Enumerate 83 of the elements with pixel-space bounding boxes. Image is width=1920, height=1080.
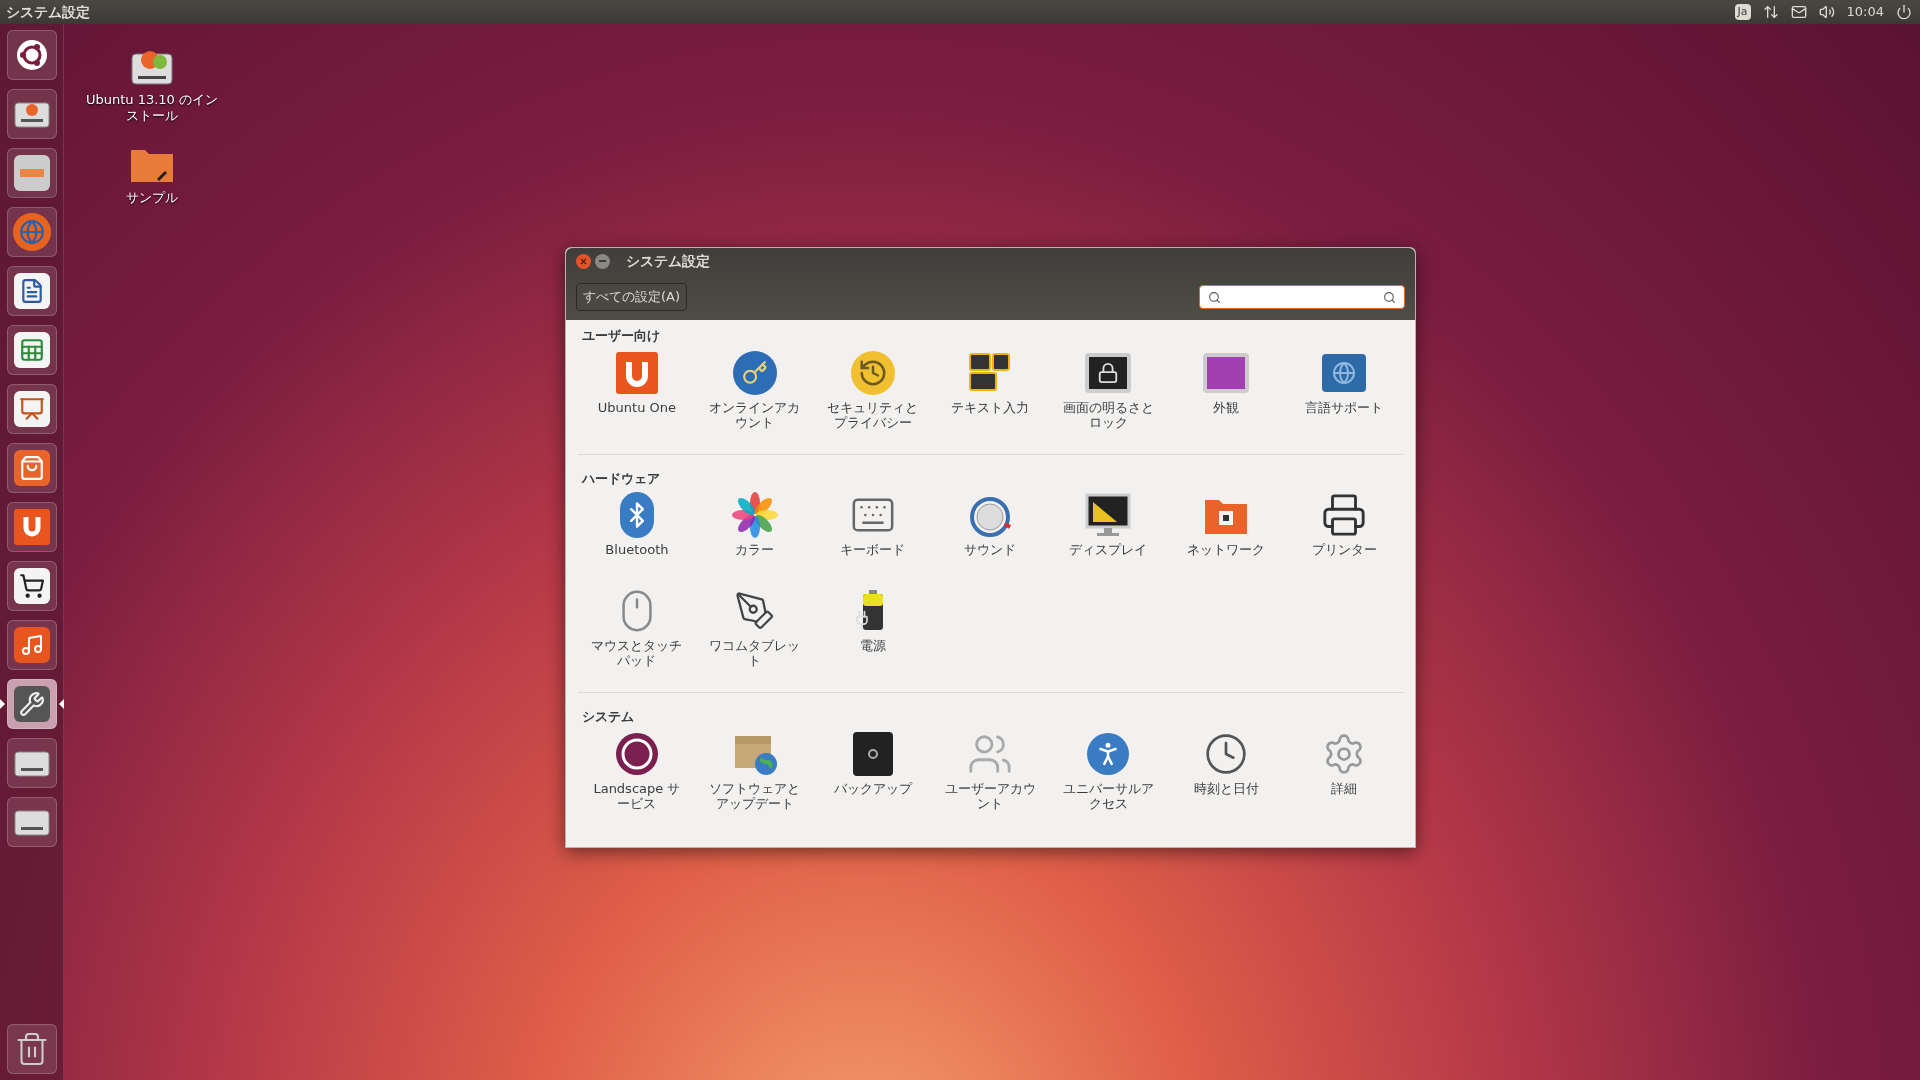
launcher-button[interactable] [7, 384, 57, 434]
power-icon[interactable] [1896, 4, 1912, 20]
settings-item[interactable]: ワコムタブレット [695, 586, 814, 680]
file-cabinet-icon [14, 155, 50, 191]
document-icon [14, 273, 50, 309]
settings-item[interactable]: ユーザーアカウント [931, 728, 1050, 823]
mail-icon[interactable] [1790, 4, 1807, 20]
ring-icon [613, 730, 660, 777]
launcher-button[interactable] [7, 561, 57, 611]
ubuntu-logo-icon [15, 38, 49, 72]
bluetooth-icon [619, 492, 654, 538]
settings-item[interactable]: ユニバーサルアクセス [1049, 728, 1168, 823]
settings-item[interactable]: マウスとタッチパッド [578, 586, 696, 680]
launcher-button[interactable] [7, 502, 57, 552]
monitor-icon [1203, 352, 1250, 393]
settings-item[interactable]: ネットワーク [1167, 490, 1286, 584]
desktop-icon-label[interactable]: サンプル [126, 190, 178, 206]
cart-icon [14, 568, 50, 604]
wrench-icon [14, 686, 50, 722]
settings-item[interactable]: 画面の明るさとロック [1049, 347, 1168, 442]
settings-item[interactable]: プリンター [1285, 490, 1403, 584]
music-icon [14, 627, 50, 663]
window-title: システム設定 [6, 2, 90, 22]
accessibility-icon [1087, 732, 1130, 775]
spreadsheet-icon [14, 332, 50, 368]
launcher-button[interactable] [7, 325, 57, 375]
pen-icon [733, 590, 776, 632]
presentation-icon [14, 391, 50, 427]
drive-icon [13, 99, 51, 129]
section-heading: システム [582, 708, 635, 726]
section-heading: ハードウェア [582, 469, 661, 488]
settings-item[interactable]: Bluetooth [578, 490, 696, 584]
settings-item[interactable]: 言語サポート [1285, 347, 1403, 442]
launcher-button[interactable] [7, 266, 57, 316]
search-field[interactable] [1199, 285, 1405, 309]
launcher-button[interactable] [7, 89, 57, 139]
settings-item[interactable]: カラー [695, 490, 814, 584]
volume-icon[interactable] [1818, 4, 1835, 20]
drive-icon [13, 748, 51, 778]
settings-item[interactable]: 外観 [1167, 347, 1286, 442]
minimize-icon [599, 260, 606, 262]
settings-item[interactable]: サウンド [931, 490, 1050, 584]
settings-item[interactable]: ディスプレイ [1049, 490, 1168, 584]
settings-item[interactable]: セキュリティとプライバシー [813, 347, 932, 442]
launcher-button[interactable] [7, 30, 57, 80]
close-icon [580, 257, 587, 265]
settings-item[interactable]: 詳細 [1285, 728, 1403, 823]
printer-icon [1321, 492, 1368, 538]
window-title: システム設定 [626, 251, 710, 271]
safe-icon [852, 731, 893, 776]
monitor-lock-icon [1085, 352, 1132, 393]
desktop-icon-label[interactable]: Ubuntu 13.10 のインストール [82, 92, 222, 124]
close-button[interactable] [576, 253, 591, 269]
minimize-button[interactable] [595, 253, 610, 269]
network-icon[interactable] [1762, 4, 1779, 20]
launcher-button[interactable] [7, 679, 57, 729]
settings-item[interactable]: 電源 [813, 586, 932, 680]
launcher-button[interactable] [7, 443, 57, 493]
shopping-bag-icon [14, 450, 50, 486]
launcher-button[interactable] [7, 738, 57, 788]
launcher-button[interactable] [7, 620, 57, 670]
section-heading: ユーザー向け [582, 327, 661, 345]
globe-icon [13, 213, 51, 251]
clock-icon [1204, 731, 1249, 776]
clock[interactable]: 10:04 [1846, 2, 1884, 22]
settings-item[interactable]: Landscape サービス [578, 728, 696, 823]
monitor-ruler-icon [1085, 492, 1132, 538]
u-logo-icon [613, 349, 660, 396]
settings-item[interactable]: バックアップ [813, 728, 932, 823]
u-logo-icon [14, 509, 50, 545]
search-icon [1208, 290, 1221, 304]
settings-item[interactable]: テキスト入力 [931, 347, 1050, 442]
search-icon [1383, 290, 1396, 304]
settings-item[interactable]: キーボード [813, 490, 932, 584]
keyboard-indicator[interactable]: Ja [1734, 3, 1751, 21]
settings-item[interactable]: 時刻と日付 [1167, 728, 1286, 823]
settings-item[interactable]: ソフトウェアとアップデート [695, 728, 814, 823]
all-settings-button[interactable]: すべての設定(A) [576, 283, 688, 311]
settings-item[interactable]: Ubuntu One [578, 347, 696, 442]
settings-item[interactable]: オンラインアカウント [695, 347, 814, 442]
color-flower-icon [731, 492, 778, 538]
drive-icon [13, 807, 51, 837]
launcher-button[interactable] [7, 797, 57, 847]
